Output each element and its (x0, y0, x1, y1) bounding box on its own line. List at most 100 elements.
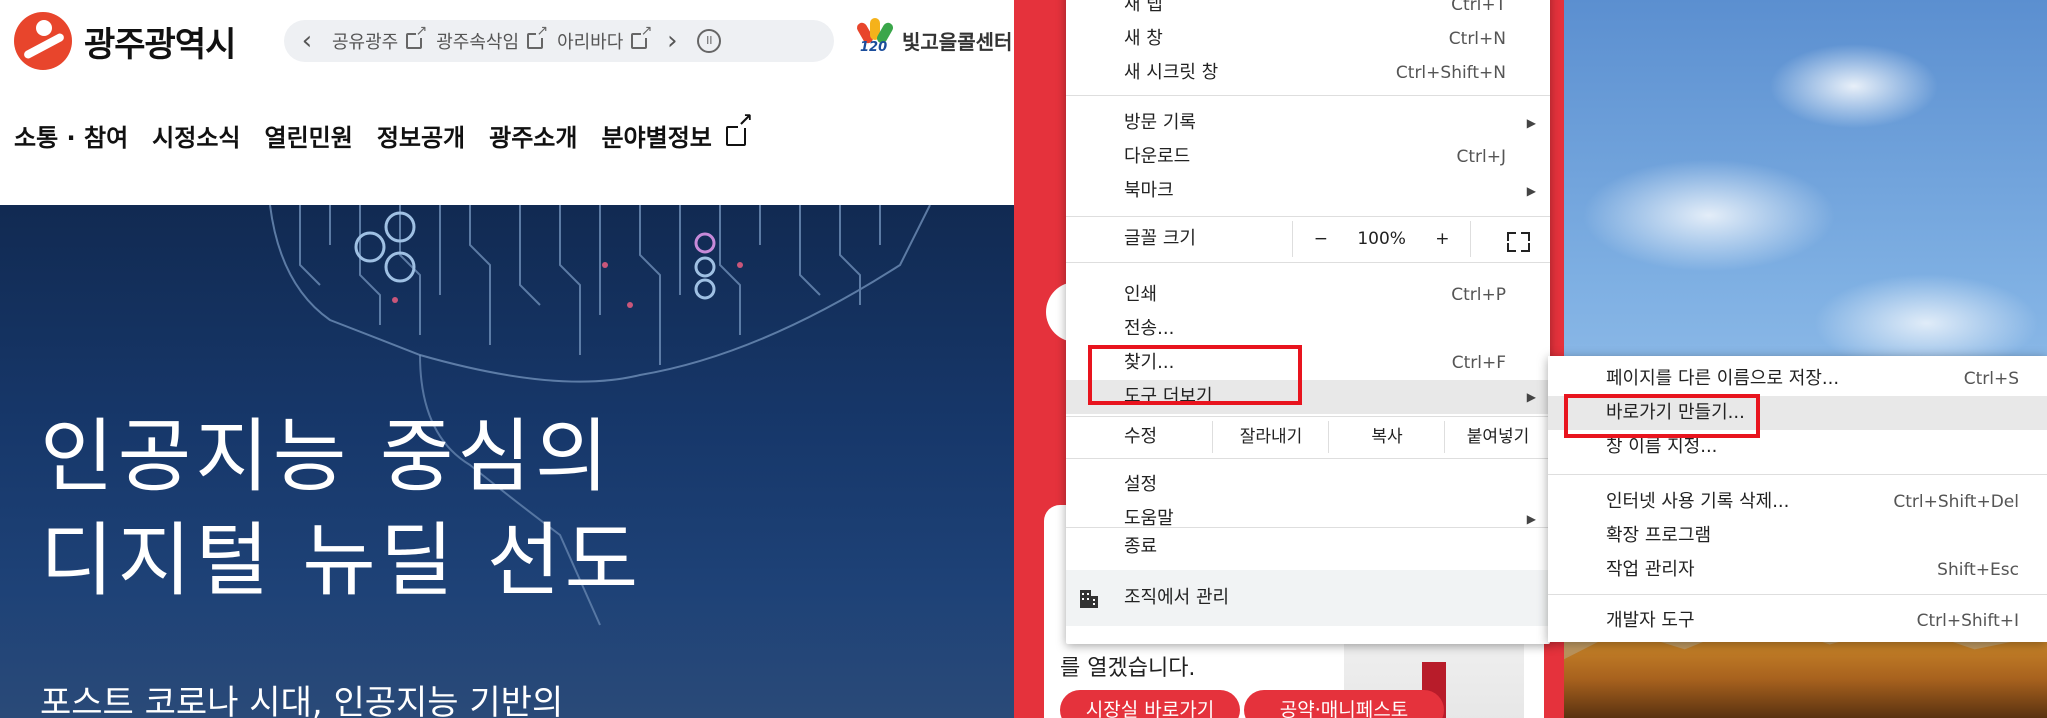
callcenter-text: 빛고을콜센터 (902, 29, 1013, 54)
menu-item-label: 인터넷 사용 기록 삭제... (1606, 491, 1790, 512)
quicklink-label: 광주속삭임 (436, 32, 520, 53)
menu-item-label: 개발자 도구 (1606, 610, 1695, 631)
quicklink-item[interactable]: 광주속삭임 (436, 24, 549, 54)
paste-button[interactable]: 붙여넣기 (1444, 421, 1551, 453)
menu-shortcut: Ctrl+J (1456, 147, 1506, 167)
menu-item-label: 방문 기록 (1124, 112, 1196, 133)
hero-banner: 인공지능 중심의 디지털 뉴딜 선도 포스트 코로나 시대, 인공지능 기반의 (0, 205, 1014, 718)
menu-item-print[interactable]: 인쇄 Ctrl+P (1066, 278, 1550, 312)
mayor-card-text: 를 열겠습니다. (1060, 656, 1196, 681)
menu-divider (1066, 458, 1550, 459)
nav-item[interactable]: 정보공개 (377, 118, 465, 153)
menu-item-exit[interactable]: 종료 (1066, 530, 1550, 564)
menu-item-label: 새 시크릿 창 (1124, 62, 1219, 83)
quicklink-bar: ‹ 공유광주 광주속삭임 아리바다 › II (284, 20, 834, 62)
menu-shortcut: Shift+Esc (1937, 560, 2019, 580)
zoom-row: 글꼴 크기 − 100% + (1066, 217, 1550, 261)
submenu-item-devtools[interactable]: 개발자 도구 Ctrl+Shift+I (1548, 604, 2047, 638)
menu-item-downloads[interactable]: 다운로드 Ctrl+J (1066, 140, 1550, 174)
copy-button[interactable]: 복사 (1328, 421, 1445, 453)
building-icon (1080, 590, 1098, 608)
external-link-icon (631, 24, 653, 49)
menu-item-cast[interactable]: 전송... (1066, 312, 1550, 346)
menu-item-label: 전송... (1124, 318, 1175, 339)
submenu-arrow-icon: ▶ (1526, 116, 1536, 130)
site-header: 광주광역시 ‹ 공유광주 광주속삭임 아리바다 › II (0, 0, 1014, 205)
nav-item[interactable]: 열린민원 (264, 118, 352, 153)
edit-row: 수정 잘라내기 복사 붙여넣기 (1066, 417, 1550, 457)
menu-item-new-tab[interactable]: 새 탭 Ctrl+T (1066, 0, 1550, 22)
zoom-level: 100% (1357, 229, 1406, 249)
menu-divider (1066, 527, 1550, 528)
mayor-office-button[interactable]: 시장실 바로가기 (1060, 690, 1240, 718)
menu-shortcut: Ctrl+Shift+Del (1893, 492, 2019, 512)
site-logo[interactable]: 광주광역시 (14, 12, 236, 70)
submenu-arrow-icon: ▶ (1526, 390, 1536, 404)
menu-item-bookmarks[interactable]: 북마크 ▶ (1066, 174, 1550, 208)
gwangju-logo-icon (14, 12, 72, 70)
external-link-icon (406, 24, 428, 49)
nav-item[interactable]: 소통 · 참여 (14, 118, 128, 153)
quicklink-item[interactable]: 공유광주 (332, 24, 428, 54)
menu-divider (1548, 594, 2047, 595)
quicklink-prev-button[interactable]: ‹ (296, 26, 318, 56)
submenu-item-save-page[interactable]: 페이지를 다른 이름으로 저장... Ctrl+S (1548, 362, 2047, 396)
menu-item-label: 새 탭 (1124, 0, 1163, 15)
menu-item-label: 인쇄 (1124, 284, 1158, 305)
fullscreen-icon[interactable] (1470, 221, 1551, 257)
main-nav: 소통 · 참여 시정소식 열린민원 정보공개 광주소개 분야별정보 (14, 113, 753, 153)
menu-shortcut: Ctrl+F (1451, 353, 1506, 373)
quicklink-next-button[interactable]: › (661, 26, 683, 56)
edit-label: 수정 (1124, 426, 1158, 447)
menu-item-label: 도움말 (1124, 508, 1174, 529)
zoom-out-button[interactable]: − (1293, 229, 1349, 249)
menu-item-settings[interactable]: 설정 (1066, 468, 1550, 502)
hero-title: 인공지능 중심의 디지털 뉴딜 선도 (40, 405, 642, 613)
highlight-box (1564, 394, 1760, 438)
submenu-item-clear-history[interactable]: 인터넷 사용 기록 삭제... Ctrl+Shift+Del (1548, 485, 2047, 519)
highlight-box (1088, 345, 1302, 405)
menu-item-label: 새 창 (1124, 28, 1163, 49)
menu-item-label: 작업 관리자 (1606, 559, 1695, 580)
menu-item-label: 확장 프로그램 (1606, 525, 1712, 546)
submenu-arrow-icon: ▶ (1526, 184, 1536, 198)
submenu-item-task-manager[interactable]: 작업 관리자 Shift+Esc (1548, 553, 2047, 587)
menu-shortcut: Ctrl+Shift+I (1916, 611, 2019, 631)
hero-title-line: 디지털 뉴딜 선도 (40, 514, 643, 607)
menu-item-new-window[interactable]: 새 창 Ctrl+N (1066, 22, 1550, 56)
menu-shortcut: Ctrl+P (1451, 285, 1506, 305)
callcenter-number: 120 (860, 40, 888, 55)
nav-item[interactable]: 광주소개 (489, 118, 577, 153)
menu-shortcut: Ctrl+N (1448, 29, 1506, 49)
quicklink-label: 아리바다 (557, 32, 624, 53)
menu-item-label: 다운로드 (1124, 146, 1191, 167)
menu-divider (1066, 262, 1550, 263)
callcenter-banner[interactable]: 120 빛고을콜센터 (855, 18, 1013, 62)
submenu-item-extensions[interactable]: 확장 프로그램 (1548, 519, 2047, 553)
menu-item-label: 창 이름 지정... (1606, 436, 1718, 457)
menu-divider (1548, 474, 2047, 475)
nav-item[interactable]: 시정소식 (152, 118, 240, 153)
external-link-icon (725, 113, 753, 146)
menu-item-label: 설정 (1124, 474, 1158, 495)
manifesto-button[interactable]: 공약·매니페스토 (1244, 690, 1444, 718)
nav-item[interactable]: 분야별정보 (601, 118, 711, 153)
zoom-controls: − 100% + (1292, 221, 1551, 257)
quicklink-item[interactable]: 아리바다 (557, 24, 653, 54)
managed-label: 조직에서 관리 (1124, 587, 1230, 608)
zoom-in-button[interactable]: + (1415, 229, 1471, 249)
quicklink-label: 공유광주 (332, 32, 399, 53)
cut-button[interactable]: 잘라내기 (1212, 421, 1329, 453)
hero-subtitle: 포스트 코로나 시대, 인공지능 기반의 (40, 683, 564, 718)
pause-icon[interactable]: II (697, 29, 722, 53)
menu-divider (1066, 95, 1550, 96)
menu-shortcut: Ctrl+Shift+N (1395, 63, 1506, 83)
menu-shortcut: Ctrl+S (1963, 369, 2019, 389)
managed-by-org[interactable]: 조직에서 관리 (1066, 570, 1550, 626)
menu-item-incognito[interactable]: 새 시크릿 창 Ctrl+Shift+N (1066, 56, 1550, 90)
logo-text: 광주광역시 (84, 24, 236, 65)
menu-shortcut: Ctrl+T (1451, 0, 1506, 15)
chrome-main-menu: 새 탭 Ctrl+T 새 창 Ctrl+N 새 시크릿 창 Ctrl+Shift… (1066, 0, 1550, 644)
callcenter-logo-icon: 120 (855, 18, 898, 62)
menu-item-history[interactable]: 방문 기록 ▶ (1066, 106, 1550, 140)
